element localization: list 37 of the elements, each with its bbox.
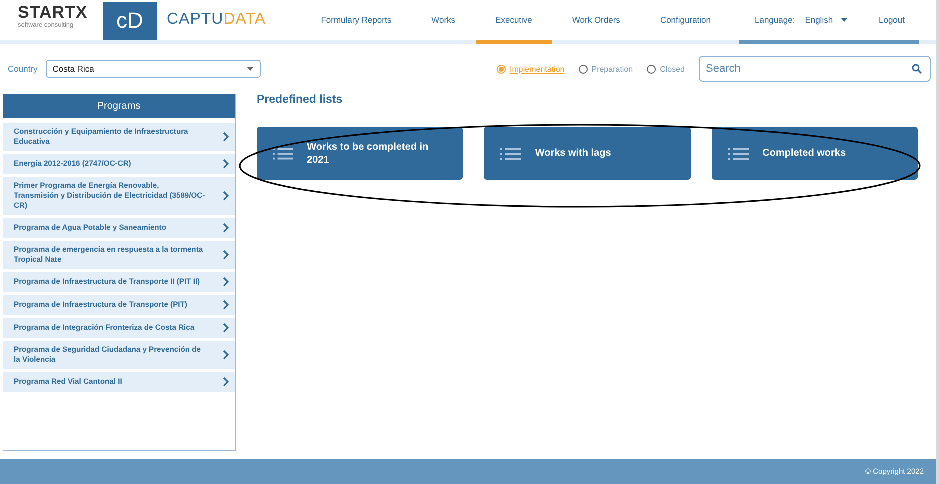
search-icon	[912, 64, 922, 74]
list-icon	[728, 148, 749, 160]
list-icon	[273, 148, 294, 160]
list-card[interactable]: Completed works	[712, 127, 918, 180]
language-dropdown[interactable]: English	[805, 15, 848, 25]
sidebar-header: Programs	[3, 94, 235, 118]
nav-tab[interactable]: Formulary Reports	[301, 0, 412, 44]
chevron-right-icon	[223, 191, 229, 201]
chevron-right-icon	[223, 323, 229, 333]
logout-link[interactable]: Logout	[879, 15, 905, 25]
brand-name: STARTX	[18, 4, 89, 22]
caret-icon	[841, 18, 848, 22]
language-label: Language:	[755, 15, 796, 25]
app-logo-mark: cD	[103, 2, 157, 40]
search-field[interactable]: Search	[699, 56, 931, 82]
list-card[interactable]: Works to be completed in 2021	[257, 127, 464, 180]
status-radio[interactable]: Preparation	[578, 64, 634, 74]
chevron-right-icon	[223, 300, 229, 310]
nav-tab[interactable]: Work Orders	[552, 0, 640, 44]
app-name: CAPTUDATA	[167, 11, 266, 29]
country-dropdown[interactable]: Costa Rica	[46, 60, 261, 78]
chevron-right-icon	[223, 277, 229, 287]
section-title: Predefined lists	[257, 94, 344, 106]
list-icon	[500, 148, 522, 160]
country-label: Country	[8, 64, 38, 74]
chevron-right-icon	[223, 250, 229, 260]
chevron-right-icon	[223, 132, 229, 142]
chevron-right-icon	[223, 223, 229, 233]
chevron-right-icon	[223, 159, 229, 169]
list-card[interactable]: Works with lags	[484, 127, 691, 180]
caret-icon	[246, 67, 254, 71]
chevron-right-icon	[223, 350, 229, 360]
nav-tab[interactable]: Configuration	[640, 0, 731, 44]
nav-tab[interactable]: Executive	[476, 0, 552, 44]
nav-tab[interactable]: Works	[412, 0, 476, 44]
chevron-right-icon	[223, 377, 229, 387]
status-radio[interactable]: Closed	[647, 64, 685, 74]
